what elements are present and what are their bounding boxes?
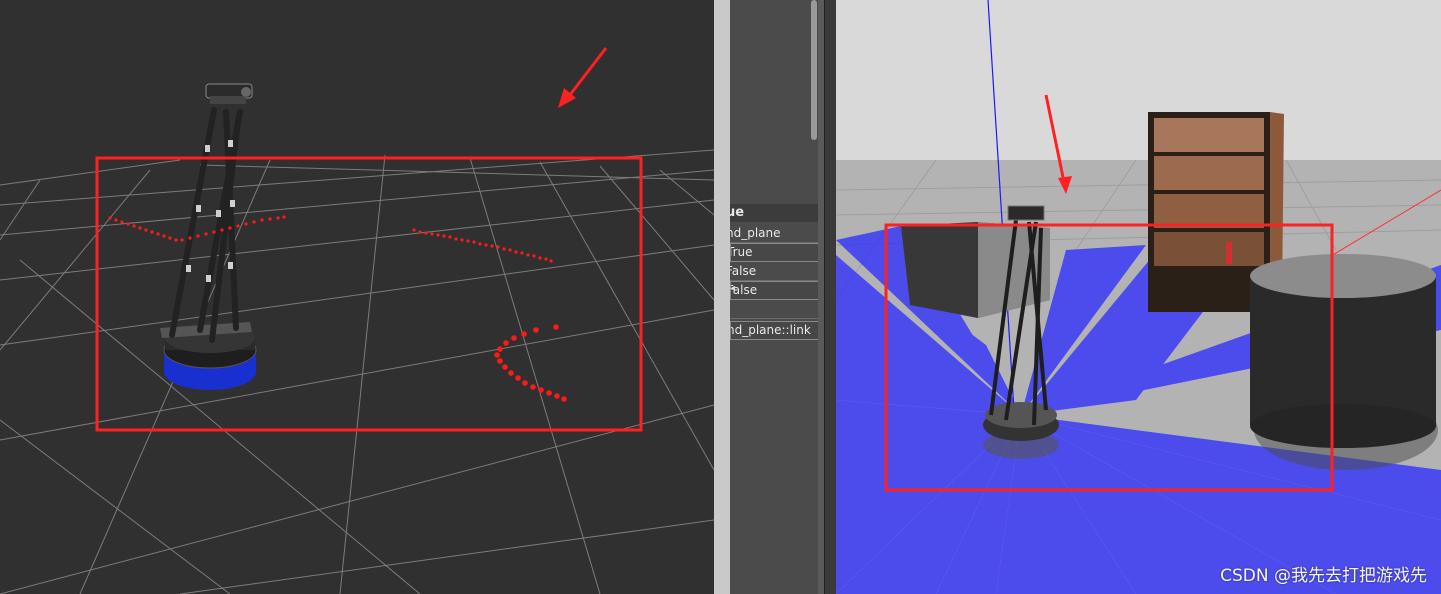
property-value: True: [731, 245, 753, 259]
value-column-header: ue: [730, 204, 818, 222]
rviz-3d-viewport[interactable]: [0, 0, 714, 594]
property-row[interactable]: nd_plane::link: [730, 321, 820, 340]
property-row[interactable]: [730, 301, 818, 319]
properties-panel: ue nd_plane True False False nd_plane::l…: [730, 0, 824, 594]
scrollbar-thumb[interactable]: [811, 0, 817, 140]
collapse-left-icon[interactable]: ◂: [730, 282, 738, 296]
gazebo-scene: [836, 0, 1441, 594]
property-row[interactable]: nd_plane: [730, 225, 818, 243]
panel-splitter[interactable]: [714, 0, 730, 594]
watermark: CSDN @我先去打把游戏先: [1220, 566, 1427, 586]
rviz-scene: [0, 0, 714, 594]
property-value: nd_plane: [730, 226, 781, 240]
property-value: nd_plane::link: [730, 323, 811, 337]
value-column-header-label: ue: [730, 205, 745, 220]
property-value: False: [730, 264, 757, 278]
property-row[interactable]: False: [730, 263, 818, 281]
gazebo-3d-viewport[interactable]: [836, 0, 1441, 594]
cylinder-object: [1250, 254, 1438, 470]
property-row[interactable]: True: [730, 243, 820, 262]
property-row[interactable]: False: [730, 281, 820, 300]
